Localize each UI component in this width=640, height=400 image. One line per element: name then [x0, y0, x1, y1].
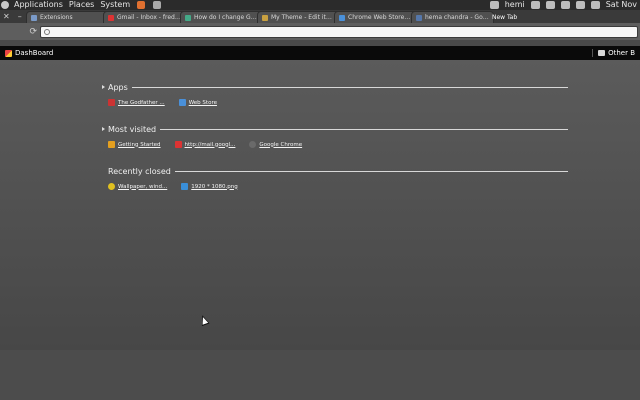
firefox-launcher-icon[interactable] — [137, 1, 146, 9]
recently-closed-section: Recently closed Wallpaper, wind... 1920 … — [102, 166, 568, 190]
mail-icon[interactable] — [545, 1, 555, 9]
omnibox-input[interactable] — [54, 27, 554, 36]
webstore-favicon-icon — [339, 14, 345, 21]
tab-new-tab[interactable]: New Tab — [488, 11, 542, 23]
bookmark-label: DashBoard — [15, 49, 54, 57]
folder-icon — [598, 50, 606, 56]
recently-closed-wallpaper[interactable]: Wallpaper, wind... — [108, 183, 167, 190]
window-controls[interactable]: ✕– — [0, 11, 26, 23]
section-title: Apps — [108, 82, 128, 92]
section-title: Recently closed — [108, 166, 171, 176]
tab-extensions[interactable]: Extensions — [26, 11, 109, 23]
panel-user[interactable]: hemi — [502, 0, 528, 10]
most-visited-getting-started[interactable]: Getting Started — [108, 141, 161, 148]
gmail-favicon-icon — [174, 141, 182, 148]
expand-triangle-icon — [102, 127, 105, 131]
tab-gmail[interactable]: Gmail - Inbox - fredis... — [103, 11, 186, 23]
places-menu[interactable]: Places — [66, 0, 97, 10]
google-favicon-icon — [185, 14, 191, 21]
webstore-app-icon — [178, 99, 186, 106]
apps-header[interactable]: Apps — [102, 82, 568, 92]
item-label: Web Store — [188, 99, 217, 106]
apps-list: The Godfather ... Web Store — [102, 99, 568, 106]
tab-title: New Tab — [492, 13, 518, 21]
tab-title: hema chandra - Goo... — [425, 14, 489, 21]
tab-title: Gmail - Inbox - fredis... — [117, 14, 181, 21]
item-label: Google Chrome — [259, 141, 303, 148]
bookmark-dashboard[interactable]: DashBoard — [0, 49, 58, 57]
recently-closed-header[interactable]: Recently closed — [102, 166, 568, 176]
most-visited-google-chrome[interactable]: Google Chrome — [249, 141, 302, 148]
reload-icon[interactable]: ⟳ — [0, 27, 40, 37]
theme-favicon-icon — [262, 14, 268, 21]
bookmarks-bar: DashBoard Other B — [0, 46, 640, 60]
tab-title: Extensions — [40, 14, 73, 21]
item-label: 1920 * 1080.png — [191, 183, 238, 190]
tab-web-store[interactable]: Chrome Web Store - ... — [334, 11, 417, 23]
extensions-favicon-icon — [31, 14, 37, 21]
power-icon[interactable] — [530, 1, 540, 9]
dashboard-favicon-icon — [5, 49, 12, 57]
app-web-store[interactable]: Web Store — [178, 99, 217, 106]
ubuntu-logo-icon[interactable] — [1, 1, 9, 9]
top-panel: Applications Places System hemi Sat Nov — [0, 0, 640, 10]
applications-menu[interactable]: Applications — [11, 0, 66, 10]
divider — [160, 128, 568, 130]
item-label: Getting Started — [118, 141, 161, 148]
terminal-launcher-icon[interactable] — [153, 1, 162, 9]
most-visited-header[interactable]: Most visited — [102, 124, 568, 134]
item-label: Wallpaper, wind... — [118, 183, 168, 190]
recently-closed-image[interactable]: 1920 * 1080.png — [181, 183, 238, 190]
ntp-bottom-area — [0, 350, 640, 400]
battery-icon[interactable] — [590, 1, 600, 9]
most-visited-list: Getting Started http://mail.googl... Goo… — [102, 141, 568, 148]
tab-my-theme[interactable]: My Theme - Edit item — [257, 11, 340, 23]
tab-hema-chandra[interactable]: hema chandra - Goo... — [411, 11, 494, 23]
tab-title: My Theme - Edit item — [271, 14, 335, 21]
google-favicon-icon — [416, 14, 422, 21]
item-label: http://mail.googl... — [184, 141, 236, 148]
divider — [131, 86, 568, 88]
tab-strip: ✕– Extensions Gmail - Inbox - fredis... … — [0, 10, 640, 23]
browser-toolbar: ⟳ — [0, 23, 640, 40]
panel-clock[interactable]: Sat Nov — [603, 0, 640, 10]
tab-how-do-i[interactable]: How do I change Go... — [180, 11, 263, 23]
recently-closed-list: Wallpaper, wind... 1920 * 1080.png — [102, 183, 568, 190]
image-file-icon — [181, 183, 189, 190]
godfather-app-icon — [108, 99, 115, 106]
firefox-favicon-icon — [108, 141, 115, 148]
wallpaper-favicon-icon — [108, 183, 115, 190]
apps-section: Apps The Godfather ... Web Store — [102, 82, 568, 106]
search-icon — [44, 28, 50, 35]
network-icon[interactable] — [489, 1, 499, 9]
volume-icon[interactable] — [575, 1, 585, 9]
most-visited-gmail[interactable]: http://mail.googl... — [174, 141, 236, 148]
most-visited-section: Most visited Getting Started http://mail… — [102, 124, 568, 148]
tab-title: How do I change Go... — [194, 14, 258, 21]
wifi-icon[interactable] — [560, 1, 570, 9]
omnibox[interactable] — [40, 25, 638, 38]
item-label: The Godfather ... — [118, 99, 165, 106]
gmail-favicon-icon — [108, 14, 114, 21]
other-bookmarks-button[interactable]: Other B — [592, 49, 640, 57]
section-title: Most visited — [108, 124, 157, 134]
divider — [174, 170, 568, 172]
expand-triangle-icon — [102, 85, 105, 89]
tab-title: Chrome Web Store - ... — [348, 14, 412, 21]
system-menu[interactable]: System — [97, 0, 133, 10]
bookmark-label: Other B — [608, 49, 635, 57]
app-godfather[interactable]: The Godfather ... — [108, 99, 165, 106]
chrome-favicon-icon — [249, 141, 257, 148]
